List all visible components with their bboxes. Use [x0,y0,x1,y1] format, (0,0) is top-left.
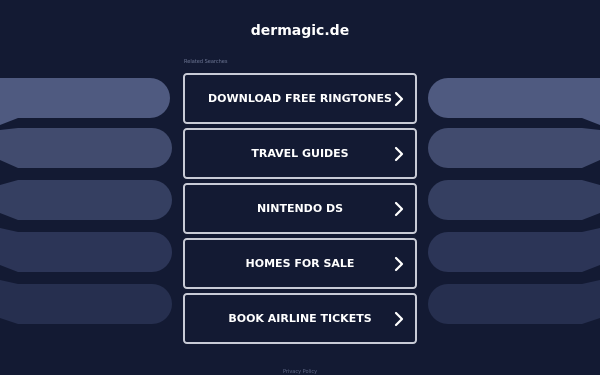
chevron-right-icon [394,311,404,326]
related-link-label: HOMES FOR SALE [245,257,355,270]
related-link-label: NINTENDO DS [256,202,344,215]
related-searches-label: Related Searches [184,59,228,65]
privacy-policy-link[interactable]: Privacy Policy [0,369,600,375]
related-links-list: DOWNLOAD FREE RINGTONES TRAVEL GUIDES NI… [183,73,417,348]
chevron-right-icon [394,201,404,216]
related-link-travel-guides[interactable]: TRAVEL GUIDES [183,128,417,179]
related-link-label: DOWNLOAD FREE RINGTONES [208,92,392,105]
chevron-right-icon [394,146,404,161]
related-link-homes-for-sale[interactable]: HOMES FOR SALE [183,238,417,289]
related-link-label: TRAVEL GUIDES [251,147,349,160]
related-link-nintendo-ds[interactable]: NINTENDO DS [183,183,417,234]
related-link-book-airline-tickets[interactable]: BOOK AIRLINE TICKETS [183,293,417,344]
related-link-label: BOOK AIRLINE TICKETS [228,312,372,325]
chevron-right-icon [394,256,404,271]
left-decoration [0,78,172,324]
site-title: dermagic.de [250,23,350,39]
chevron-right-icon [394,91,404,106]
related-link-download-free-ringtones[interactable]: DOWNLOAD FREE RINGTONES [183,73,417,124]
right-decoration [428,78,600,324]
